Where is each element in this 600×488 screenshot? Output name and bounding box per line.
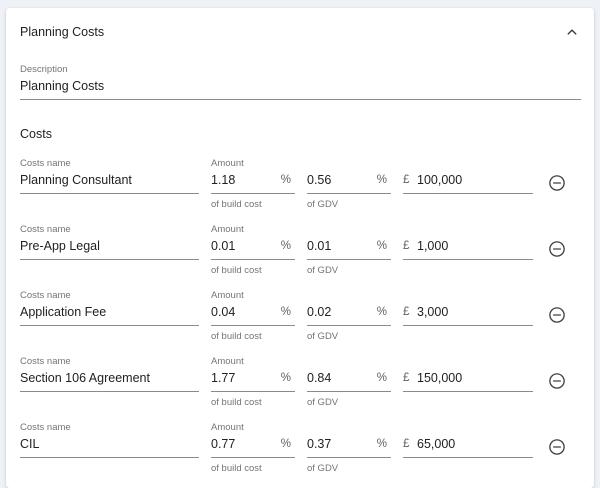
amount-value: 65,000: [417, 437, 456, 451]
amount-field[interactable]: £ 3,000: [403, 303, 533, 326]
costs-name-value: Pre-App Legal: [20, 239, 100, 253]
amount-label: Amount: [211, 290, 244, 301]
gdv-percent-value: 0.01: [307, 239, 332, 253]
minus-circle-icon[interactable]: [548, 306, 566, 324]
build-cost-percent-field[interactable]: 0.04 %: [211, 303, 295, 326]
costs-name-value: Application Fee: [20, 305, 107, 319]
amount-value: 150,000: [417, 371, 463, 385]
currency-prefix: £: [403, 438, 410, 450]
build-cost-percent-field[interactable]: 0.77 %: [211, 435, 295, 458]
percent-suffix: %: [280, 174, 291, 186]
build-cost-helper: of build cost: [211, 397, 262, 408]
costs-name-value: CIL: [20, 437, 40, 451]
minus-circle-icon[interactable]: [548, 174, 566, 192]
amount-value: 100,000: [417, 173, 463, 187]
gdv-percent-value: 0.56: [307, 173, 332, 187]
build-cost-percent-value: 0.01: [211, 239, 236, 253]
build-cost-percent-value: 0.04: [211, 305, 236, 319]
percent-suffix: %: [280, 306, 291, 318]
minus-circle-icon[interactable]: [548, 240, 566, 258]
minus-circle-icon[interactable]: [548, 372, 566, 390]
costs-name-label: Costs name: [20, 290, 71, 301]
costs-name-label: Costs name: [20, 422, 71, 433]
gdv-percent-value: 0.84: [307, 371, 332, 385]
costs-name-field[interactable]: Application Fee: [20, 303, 199, 326]
gdv-helper: of GDV: [307, 265, 339, 276]
costs-name-field[interactable]: Pre-App Legal: [20, 237, 199, 260]
amount-label: Amount: [211, 224, 244, 235]
percent-suffix: %: [376, 372, 387, 384]
percent-suffix: %: [376, 438, 387, 450]
currency-prefix: £: [403, 372, 410, 384]
costs-name-label: Costs name: [20, 356, 71, 367]
amount-field[interactable]: £ 150,000: [403, 369, 533, 392]
gdv-percent-field[interactable]: 0.37 %: [307, 435, 391, 458]
amount-label: Amount: [211, 158, 244, 169]
planning-costs-panel: Planning Costs Description Planning Cost…: [6, 8, 594, 488]
build-cost-percent-field[interactable]: 0.01 %: [211, 237, 295, 260]
cost-row: Costs name Planning Consultant Amount 1.…: [6, 158, 594, 224]
amount-label: Amount: [211, 356, 244, 367]
description-value: Planning Costs: [20, 79, 105, 93]
build-cost-helper: of build cost: [211, 463, 262, 474]
amount-field[interactable]: £ 100,000: [403, 171, 533, 194]
build-cost-percent-value: 1.77: [211, 371, 236, 385]
gdv-percent-field[interactable]: 0.84 %: [307, 369, 391, 392]
currency-prefix: £: [403, 174, 410, 186]
build-cost-percent-value: 0.77: [211, 437, 236, 451]
costs-name-field[interactable]: CIL: [20, 435, 199, 458]
gdv-helper: of GDV: [307, 331, 339, 342]
build-cost-percent-value: 1.18: [211, 173, 236, 187]
amount-label: Amount: [211, 422, 244, 433]
amount-field[interactable]: £ 1,000: [403, 237, 533, 260]
costs-name-value: Section 106 Agreement: [20, 371, 150, 385]
amount-field[interactable]: £ 65,000: [403, 435, 533, 458]
cost-row: Costs name Pre-App Legal Amount 0.01 % o…: [6, 224, 594, 290]
cost-row: Costs name Section 106 Agreement Amount …: [6, 356, 594, 422]
costs-name-value: Planning Consultant: [20, 173, 132, 187]
gdv-percent-value: 0.37: [307, 437, 332, 451]
description-label: Description: [20, 64, 68, 75]
gdv-helper: of GDV: [307, 397, 339, 408]
percent-suffix: %: [280, 372, 291, 384]
build-cost-percent-field[interactable]: 1.18 %: [211, 171, 295, 194]
gdv-percent-field[interactable]: 0.56 %: [307, 171, 391, 194]
gdv-percent-field[interactable]: 0.02 %: [307, 303, 391, 326]
gdv-helper: of GDV: [307, 463, 339, 474]
build-cost-helper: of build cost: [211, 331, 262, 342]
build-cost-helper: of build cost: [211, 199, 262, 210]
build-cost-percent-field[interactable]: 1.77 %: [211, 369, 295, 392]
costs-name-field[interactable]: Planning Consultant: [20, 171, 199, 194]
cost-row: Costs name Application Fee Amount 0.04 %…: [6, 290, 594, 356]
build-cost-helper: of build cost: [211, 265, 262, 276]
amount-value: 3,000: [417, 305, 449, 319]
costs-name-label: Costs name: [20, 158, 71, 169]
minus-circle-icon[interactable]: [548, 438, 566, 456]
percent-suffix: %: [376, 174, 387, 186]
costs-name-field[interactable]: Section 106 Agreement: [20, 369, 199, 392]
panel-title: Planning Costs: [20, 25, 105, 39]
description-field[interactable]: Planning Costs: [20, 77, 581, 100]
gdv-percent-field[interactable]: 0.01 %: [307, 237, 391, 260]
amount-value: 1,000: [417, 239, 449, 253]
currency-prefix: £: [403, 240, 410, 252]
percent-suffix: %: [280, 240, 291, 252]
costs-section-title: Costs: [20, 127, 52, 141]
gdv-percent-value: 0.02: [307, 305, 332, 319]
gdv-helper: of GDV: [307, 199, 339, 210]
percent-suffix: %: [280, 438, 291, 450]
cost-row: Costs name CIL Amount 0.77 % of build co…: [6, 422, 594, 488]
percent-suffix: %: [376, 306, 387, 318]
chevron-up-icon[interactable]: [563, 23, 581, 41]
currency-prefix: £: [403, 306, 410, 318]
costs-name-label: Costs name: [20, 224, 71, 235]
percent-suffix: %: [376, 240, 387, 252]
